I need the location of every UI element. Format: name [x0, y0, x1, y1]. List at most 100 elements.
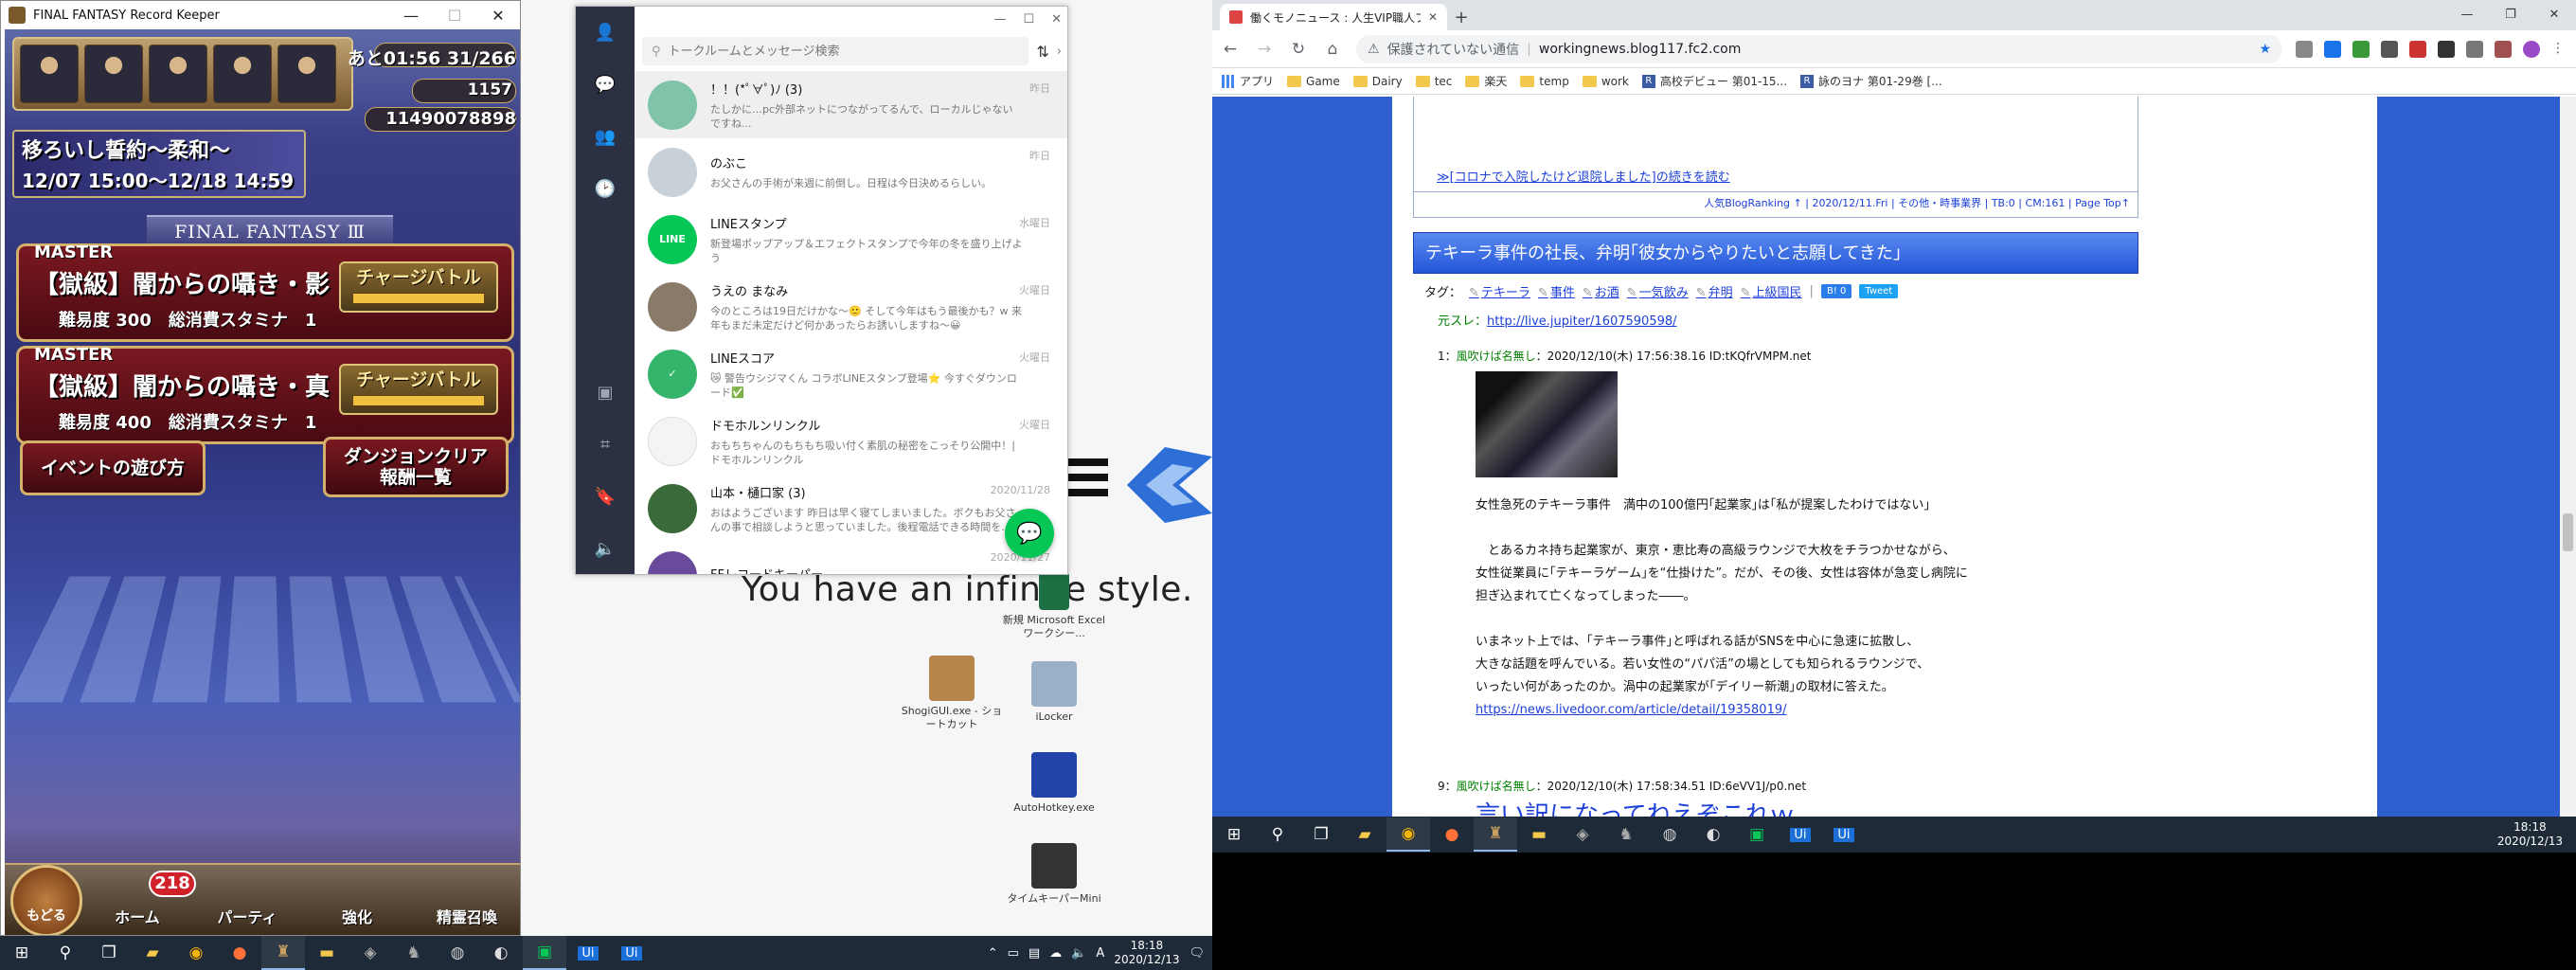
taskbar-sticky-notes[interactable]: ▰	[131, 936, 174, 970]
search-input[interactable]	[669, 45, 981, 59]
start-button[interactable]: ⊞	[0, 936, 44, 970]
read-more-link[interactable]: ≫[コロナで入院したけど退院しました]の続きを読む	[1437, 171, 1730, 185]
taskbar-app[interactable]: ◈	[349, 936, 392, 970]
taskbar-firefox[interactable]: ●	[218, 936, 261, 970]
crop-icon[interactable]: ⌗	[576, 419, 635, 471]
desktop-icon-autohotkey[interactable]: AutoHotkey.exe	[1002, 752, 1106, 815]
quest-shadow[interactable]: MASTER 【獄級】闇からの囁き・影 難易度 300 総消費スタミナ 1 チャ…	[16, 243, 514, 342]
add-friend-icon[interactable]: 👥	[576, 111, 635, 163]
bookmark-icon[interactable]: 🔖	[576, 471, 635, 523]
friends-icon[interactable]: 👤	[576, 7, 635, 59]
close-button[interactable]: ✕	[1051, 12, 1062, 27]
network-icon[interactable]: ▤	[1029, 946, 1040, 961]
new-chat-button[interactable]: 💬	[1005, 509, 1054, 558]
taskbar-ffrk[interactable]: ♜	[261, 936, 305, 970]
close-button[interactable]: ✕	[2532, 0, 2576, 28]
taskbar-app[interactable]: ◈	[1561, 817, 1604, 852]
tray-app-icon[interactable]: ▭	[1008, 946, 1019, 961]
bookmark-link[interactable]: R 高校デビュー 第01-15...	[1642, 73, 1787, 89]
taskbar-chrome[interactable]: ◉	[1386, 817, 1430, 852]
page-scrollbar[interactable]	[2560, 97, 2576, 853]
extension-icon[interactable]	[2381, 41, 2398, 58]
article-photo[interactable]	[1476, 371, 1618, 477]
scrollbar-thumb[interactable]	[2563, 513, 2573, 551]
list-item[interactable]: FFレコードキーパー 2020/11/27	[635, 542, 1068, 575]
bookmark-folder[interactable]: 楽天	[1465, 73, 1507, 89]
bookmark-folder[interactable]: tec	[1416, 75, 1453, 88]
taskbar-firefox[interactable]: ●	[1430, 817, 1474, 852]
tweet-button[interactable]: Tweet	[1859, 284, 1898, 298]
hatena-bookmark-button[interactable]: B! 0	[1821, 284, 1852, 298]
extension-icon[interactable]	[2352, 41, 2370, 58]
quest-true[interactable]: MASTER 【獄級】闇からの囁き・真 難易度 400 総消費スタミナ 1 チャ…	[16, 346, 514, 444]
bookmark-folder[interactable]: Game	[1287, 75, 1340, 88]
chevron-right-icon[interactable]: ›	[1057, 45, 1062, 59]
extension-icon[interactable]	[2438, 41, 2455, 58]
notification-icon[interactable]: 🗨	[1189, 946, 1205, 961]
article-source-link[interactable]: https://news.livedoor.com/article/detail…	[1476, 703, 1787, 717]
event-howto-button[interactable]: イベントの遊び方	[20, 440, 206, 495]
list-item[interactable]: LINE LINEスタンプ 新登場ポップアップ＆エフェクトスタンプで今年の冬を盛り…	[635, 206, 1068, 273]
browser-tab[interactable]: 働くモノニュース : 人生VIP職人ブログ... ✕	[1220, 4, 1447, 30]
bookmark-folder[interactable]: work	[1583, 75, 1629, 88]
back-arrow-icon[interactable]: ←	[1220, 40, 1241, 59]
list-item[interactable]: ドモホルンリンクル おもちちゃんのもちもち吸い付く素肌の秘密をこっそり公開中！| …	[635, 407, 1068, 475]
taskbar-app2[interactable]: ◍	[1648, 817, 1691, 852]
close-icon[interactable]: ✕	[1428, 10, 1438, 24]
video-call-icon[interactable]: ▣	[576, 367, 635, 419]
taskbar-game2[interactable]: ♞	[392, 936, 436, 970]
bookmark-folder[interactable]: temp	[1520, 75, 1568, 88]
new-tab-button[interactable]: +	[1447, 4, 1476, 30]
profile-avatar[interactable]	[2523, 41, 2540, 58]
task-view-button[interactable]: ❐	[1299, 817, 1343, 852]
search-button[interactable]: ⚲	[44, 936, 87, 970]
desktop-icon-shogigui[interactable]: ShogiGUI.exe - ショートカット	[900, 656, 1004, 731]
minimize-button[interactable]: —	[389, 7, 433, 25]
puzzle-icon[interactable]	[2466, 41, 2483, 58]
minimize-button[interactable]: —	[993, 12, 1006, 27]
sort-icon[interactable]: ⇅	[1036, 43, 1048, 61]
extension-icon[interactable]	[2409, 41, 2426, 58]
taskbar-ffrk[interactable]: ♜	[1474, 817, 1517, 852]
maximize-button[interactable]: ☐	[433, 7, 476, 25]
restore-button[interactable]: ❐	[2489, 0, 2532, 28]
ffrk-titlebar[interactable]: FINAL FANTASY Record Keeper — ☐ ✕	[1, 1, 520, 29]
search-button[interactable]: ⚲	[1256, 817, 1299, 852]
extension-icon[interactable]	[2324, 41, 2341, 58]
star-icon[interactable]: ★	[2259, 42, 2271, 57]
list-item[interactable]: のぶこ お父さんの手術が来週に前倒し。日程は今日決めるらしい。 昨日	[635, 138, 1068, 206]
forward-arrow-icon[interactable]: →	[1254, 40, 1275, 59]
taskbar-explorer[interactable]: ▬	[305, 936, 349, 970]
taskbar-uipath[interactable]: Ui	[566, 936, 610, 970]
nav-party[interactable]: パーティ	[192, 874, 302, 927]
taskbar-chrome[interactable]: ◉	[174, 936, 218, 970]
back-button[interactable]: もどる	[10, 865, 82, 936]
reload-icon[interactable]: ↻	[1288, 40, 1309, 59]
tag-link[interactable]: 上級国民	[1741, 282, 1802, 300]
taskbar-line[interactable]: ▣	[523, 936, 566, 970]
speaker-icon[interactable]: 🔈	[576, 523, 635, 575]
menu-dots-icon[interactable]: ⋮	[2551, 41, 2568, 58]
article-meta-links[interactable]: 人気BlogRanking ↑ | 2020/12/11.Fri | その他・時…	[1704, 195, 2130, 210]
bookmark-folder[interactable]: Dairy	[1353, 75, 1403, 88]
list-item[interactable]: うえの まなみ 今のところは19日だけかな〜🙂 そして今年はもう最後かも？w 来年…	[635, 273, 1068, 340]
tag-link[interactable]: 事件	[1538, 282, 1575, 300]
clock[interactable]: 18:18 2020/12/13	[2497, 820, 2576, 849]
clock[interactable]: 18:18 2020/12/13	[1114, 939, 1179, 967]
tag-link[interactable]: テキーラ	[1469, 282, 1530, 300]
history-icon[interactable]: 🕑	[576, 163, 635, 215]
dungeon-clear-rewards-button[interactable]: ダンジョンクリア 報酬一覧	[323, 437, 509, 497]
taskbar-uipath-2[interactable]: Ui	[610, 936, 653, 970]
extension-icon[interactable]	[2495, 41, 2512, 58]
desktop-icon-excel[interactable]: 新規 Microsoft Excel ワークシー...	[1002, 572, 1106, 640]
bookmark-apps[interactable]: アプリ	[1222, 73, 1274, 89]
chats-icon[interactable]: 💬	[576, 59, 635, 111]
taskbar-game2[interactable]: ♞	[1604, 817, 1648, 852]
nav-enhance[interactable]: 強化	[302, 874, 412, 927]
onedrive-icon[interactable]: ☁	[1049, 946, 1062, 961]
article-title[interactable]: テキーラ事件の社長、弁明｢彼女からやりたいと志願してきた｣	[1413, 232, 2138, 274]
desktop-icon-ilocker[interactable]: iLocker	[1002, 661, 1106, 724]
taskbar-line[interactable]: ▣	[1735, 817, 1779, 852]
tag-link[interactable]: 一気飲み	[1627, 282, 1689, 300]
desktop-icon-timekeeper[interactable]: タイムキーパーMini	[1002, 843, 1106, 906]
